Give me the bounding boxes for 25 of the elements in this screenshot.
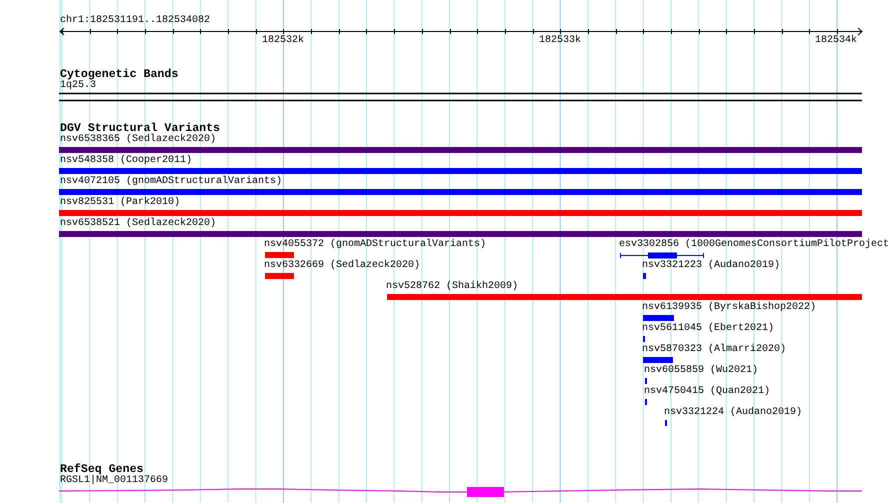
position-label: chr1:182531191..182534082 xyxy=(60,15,210,27)
variant-label: nsv5870323 (Almarri2020) xyxy=(642,344,786,356)
variant-label: nsv4055372 (gnomADStructuralVariants) xyxy=(264,239,486,251)
variant-label: nsv3321224 (Audano2019) xyxy=(664,407,802,419)
variant-label: esv3302856 (1000GenomesConsortiumPilotProject xyxy=(619,239,890,251)
variant-label: nsv548358 (Cooper2011) xyxy=(60,155,192,167)
variant-label: nsv6055859 (Wu2021) xyxy=(644,365,758,377)
variant-label: nsv3321223 (Audano2019) xyxy=(642,260,780,272)
tick-label: 182534k xyxy=(815,35,858,47)
band-label: 1q25.3 xyxy=(60,80,96,92)
variant-label: nsv5611045 (Ebert2021) xyxy=(642,323,774,335)
variant-label: nsv528762 (Shaikh2009) xyxy=(386,281,518,293)
variant-label: nsv4750415 (Quan2021) xyxy=(644,386,770,398)
tick-label: 182532k xyxy=(262,35,304,47)
track-title: Cytogenetic Bands xyxy=(60,68,178,81)
variant-label: nsv825531 (Park2010) xyxy=(60,197,180,209)
track-title: RefSeq Genes xyxy=(60,463,144,476)
gene-label: RGSL1|NM_001137669 xyxy=(60,475,168,487)
tick-label: 182533k xyxy=(539,35,582,47)
variant-label: nsv6538365 (Sedlazeck2020) xyxy=(60,134,216,146)
variant-label: nsv6538521 (Sedlazeck2020) xyxy=(60,218,216,230)
variant-label: nsv6332669 (Sedlazeck2020) xyxy=(264,260,420,272)
track-title: DGV Structural Variants xyxy=(60,122,220,135)
variant-label: nsv6139935 (ByrskaBishop2022) xyxy=(642,302,816,314)
variant-label: nsv4072105 (gnomADStructuralVariants) xyxy=(60,176,282,188)
